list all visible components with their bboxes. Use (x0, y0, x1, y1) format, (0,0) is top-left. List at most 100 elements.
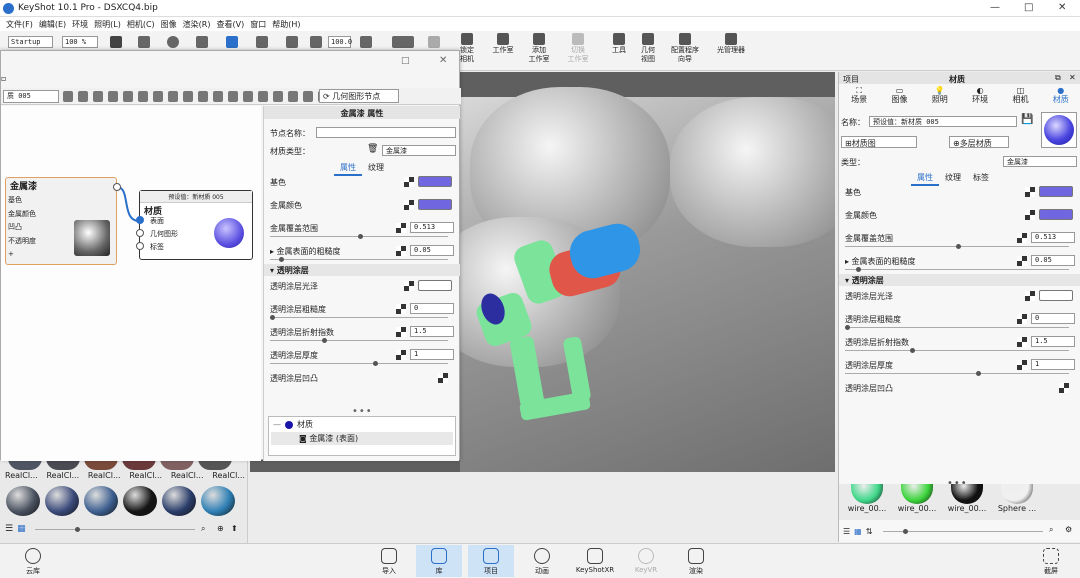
texture-toggle-icon[interactable] (438, 373, 448, 383)
value-slider[interactable] (845, 371, 1069, 376)
menu-image[interactable]: 图像 (158, 17, 180, 31)
port-metal-color[interactable]: 金属颜色 (8, 208, 36, 222)
menu-view[interactable]: 查看(V) (213, 17, 247, 31)
contrast-icon[interactable] (167, 36, 179, 48)
menu-render[interactable]: 渲染(R) (180, 17, 214, 31)
texture-toggle-icon[interactable] (1059, 383, 1069, 393)
zoom-icon[interactable] (360, 36, 372, 48)
material-graph-button[interactable]: ⊞材质图 (841, 136, 917, 148)
grid-icon[interactable] (213, 91, 223, 102)
library-swatch[interactable] (201, 486, 235, 516)
value-slider[interactable] (270, 361, 448, 366)
port-surface[interactable]: 表面 (150, 215, 178, 228)
value-slider[interactable] (270, 338, 448, 343)
search-icon[interactable]: ⌕ (1049, 525, 1053, 535)
texture-toggle-icon[interactable] (1025, 210, 1035, 220)
save-icon[interactable]: 💾 (1021, 114, 1033, 125)
screenshot-button[interactable]: 截屏 (1028, 548, 1074, 576)
upload-icon[interactable]: ⬆ (231, 524, 238, 533)
geometry-node-button[interactable]: ⟳ 几何图形节点 (319, 89, 399, 103)
download-icon[interactable] (286, 36, 298, 48)
tab-image[interactable]: ▭ 图像 (891, 86, 907, 108)
import-button[interactable]: 导入 (366, 548, 412, 576)
library-swatch[interactable] (162, 486, 196, 516)
color-swatch[interactable] (418, 176, 452, 187)
library-swatch[interactable] (45, 486, 79, 516)
menu-camera[interactable]: 相机(C) (124, 17, 158, 31)
tree-root[interactable]: — 材质 (269, 417, 455, 432)
output-port[interactable] (113, 183, 121, 191)
add-icon[interactable]: ⊕ (217, 524, 224, 533)
value-input[interactable]: 0.05 (1031, 255, 1075, 266)
value-input[interactable]: 0 (1031, 313, 1075, 324)
geometry-view-button[interactable]: 几何 视图 (633, 33, 663, 64)
library-swatch[interactable] (6, 486, 40, 516)
port-opacity[interactable]: 不透明度 (8, 235, 36, 249)
texture-toggle-icon[interactable] (404, 281, 414, 291)
value-slider[interactable] (845, 325, 1069, 330)
move-icon[interactable] (392, 36, 414, 48)
save-icon[interactable] (63, 91, 73, 102)
value-slider[interactable] (270, 257, 448, 262)
port-bump[interactable]: 凹凸 (8, 221, 36, 235)
region-icon[interactable] (196, 36, 208, 48)
library-item[interactable]: Sphere ... (995, 484, 1039, 513)
material-node[interactable]: 预设值：新材质 005 材质 表面 几何图形 标签 (139, 190, 253, 260)
value-slider[interactable] (270, 315, 448, 320)
value-input[interactable]: 1.5 (1031, 336, 1075, 347)
texture-toggle-icon[interactable] (1017, 337, 1027, 347)
color-swatch[interactable] (418, 280, 452, 291)
detach-icon[interactable]: ⧉ (1055, 73, 1061, 83)
texture-toggle-icon[interactable] (396, 350, 406, 360)
tab-material[interactable]: ● 材质 (1053, 86, 1069, 108)
tree-child[interactable]: ◙ 金属漆 (表面) (271, 432, 453, 445)
value-slider[interactable] (845, 267, 1069, 272)
menu-window[interactable]: 窗口 (247, 17, 269, 31)
material-name-field[interactable]: 质 005 (3, 90, 59, 103)
color-swatch[interactable] (1039, 290, 1073, 301)
library-item[interactable]: wire_00... (845, 484, 889, 513)
color-swatch[interactable] (1039, 209, 1073, 220)
material-type-select[interactable]: 金属漆 (1003, 156, 1077, 167)
material-name-input[interactable]: 预设值：新材质 005 (869, 116, 1017, 127)
triangle-icon[interactable] (153, 91, 163, 102)
library-button[interactable]: 库 (416, 545, 462, 577)
value-input[interactable]: 0.05 (410, 245, 454, 256)
texture-toggle-icon[interactable] (396, 246, 406, 256)
value-input[interactable]: 1 (1031, 359, 1075, 370)
texture-toggle-icon[interactable] (396, 223, 406, 233)
menu-file[interactable]: 文件(F) (3, 17, 36, 31)
zoom-select[interactable]: 100 % (62, 36, 98, 48)
search-icon[interactable] (78, 91, 88, 102)
animation-button[interactable]: 动画 (519, 548, 565, 576)
value-input[interactable]: 0 (410, 303, 454, 314)
metal-paint-node[interactable]: 金属漆 基色 金属颜色 凹凸 不透明度 + (5, 177, 117, 265)
thumbnail-size-slider[interactable] (35, 527, 195, 532)
keyvr-button[interactable]: KeyVR (623, 548, 669, 574)
grid-view-icon[interactable]: ▦ (17, 524, 26, 534)
texture-toggle-icon[interactable] (1017, 233, 1027, 243)
tab-scene[interactable]: ⛶ 场景 (851, 86, 867, 108)
startup-select[interactable]: Startup (8, 36, 53, 48)
trash-icon[interactable]: 🗑 (367, 144, 378, 154)
texture-toggle-icon[interactable] (396, 304, 406, 314)
grid-view-icon[interactable]: ▦ (854, 527, 862, 536)
layout-icon[interactable] (123, 91, 133, 102)
texture-toggle-icon[interactable] (404, 200, 414, 210)
cloud-library-button[interactable]: 云库 (10, 548, 56, 576)
fit-icon[interactable] (93, 91, 103, 102)
maximize-button[interactable]: □ (1024, 2, 1033, 13)
maximize-graph-icon[interactable]: □ (401, 56, 410, 66)
value-slider[interactable] (845, 348, 1069, 353)
add-studio-button[interactable]: 添加 工作室 (524, 33, 554, 64)
menu-environment[interactable]: 环境 (69, 17, 91, 31)
tab-camera[interactable]: ◫ 相机 (1012, 86, 1028, 108)
texture-icon[interactable] (198, 91, 208, 102)
collapse-icon[interactable] (303, 91, 313, 102)
value-input[interactable]: 0.513 (410, 222, 454, 233)
list-view-icon[interactable]: ☰ (843, 527, 850, 536)
geometry-input-port[interactable] (136, 229, 144, 237)
search-icon[interactable]: ⌕ (201, 524, 205, 534)
label-input-port[interactable] (136, 242, 144, 250)
nodes-icon[interactable] (228, 91, 238, 102)
